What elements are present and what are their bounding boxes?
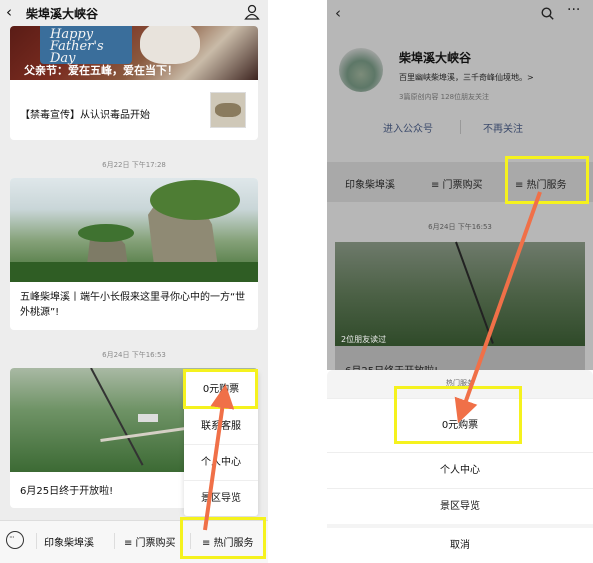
menu-tab-impression[interactable]: 印象柴埠溪 xyxy=(345,176,395,191)
user-profile-icon[interactable] xyxy=(244,4,260,20)
article-card-dragon-boat[interactable]: 五峰柴埠溪丨端午小长假来这里寻你心中的一方“世外桃源”! xyxy=(10,178,258,330)
tree-canopy xyxy=(78,224,134,242)
menu-tab-tickets[interactable]: ≡ 门票购买 xyxy=(431,176,483,191)
unfollow-button[interactable]: 不再关注 xyxy=(483,120,523,135)
forest-ground xyxy=(10,262,258,282)
article-cover-caption: 父亲节：爱在五峰，爱在当下！ xyxy=(24,64,178,77)
account-stats: 3篇原创内容 128位朋友关注 xyxy=(399,93,490,101)
highlight-box-hot-service xyxy=(505,156,589,204)
article-title: 五峰柴埠溪丨端午小长假来这里寻你心中的一方“世外桃源”! xyxy=(20,292,246,318)
menu-item-scenic-guide[interactable]: 景区导览 xyxy=(184,480,258,516)
highlight-box-hot-service xyxy=(180,517,266,559)
article-card-fathers-day[interactable]: Happy Father's Day 父亲节：爱在五峰，爱在当下！ 【禁毒宣传】… xyxy=(10,26,258,140)
account-description[interactable]: 百里幽峡柴埠溪，三千奇峰仙境地。> xyxy=(399,72,534,83)
enter-account-button[interactable]: 进入公众号 xyxy=(383,120,433,135)
chat-header: ‹ 柴埠溪大峡谷 xyxy=(0,0,268,26)
search-icon[interactable] xyxy=(541,7,554,20)
tree-canopy xyxy=(150,180,240,220)
friends-read-label: 2位朋友读过 xyxy=(341,335,387,344)
sheet-item-personal-center[interactable]: 个人中心 xyxy=(327,452,593,488)
cancel-button[interactable]: 取消 xyxy=(327,528,593,563)
heart-shape xyxy=(140,26,200,64)
article-card-opening[interactable]: 2位朋友读过 6月25日终于开放啦! xyxy=(335,241,585,377)
divider xyxy=(114,533,115,549)
cable-car-station xyxy=(138,414,158,422)
menu-tab-impression[interactable]: 印象柴埠溪 xyxy=(44,534,94,549)
keyboard-icon[interactable] xyxy=(6,531,24,549)
account-name: 柴埠溪大峡谷 xyxy=(399,51,472,65)
article-thumbnail xyxy=(210,92,246,128)
message-timestamp: 6月24日 下午16:53 xyxy=(102,351,166,359)
right-phone-screen: ‹ ··· 柴埠溪大峡谷 百里幽峡柴埠溪，三千奇峰仙境地。> 3篇原创内容 12… xyxy=(327,0,593,563)
more-options-icon[interactable]: ··· xyxy=(567,2,580,18)
divider xyxy=(36,533,37,549)
highlight-box-free-ticket xyxy=(394,386,522,444)
message-timestamp: 6月22日 下午17:28 xyxy=(102,161,166,169)
back-icon[interactable]: ‹ xyxy=(6,3,12,21)
back-icon[interactable]: ‹ xyxy=(335,4,341,22)
left-phone-screen: ‹ 柴埠溪大峡谷 Happy Father's Day 父亲节：爱在五峰，爱在当… xyxy=(0,0,268,563)
fathers-day-sign-text: Happy Father's Day xyxy=(50,27,104,66)
account-title: 柴埠溪大峡谷 xyxy=(26,7,99,21)
sheet-item-scenic-guide[interactable]: 景区导览 xyxy=(327,488,593,524)
account-avatar xyxy=(339,48,383,92)
article-title: 【禁毒宣传】从认识毒品开始 xyxy=(20,110,150,121)
menu-tab-tickets[interactable]: ≡ 门票购买 xyxy=(124,534,176,549)
menu-item-personal-center[interactable]: 个人中心 xyxy=(184,444,258,480)
divider xyxy=(460,120,461,134)
message-timestamp: 6月24日 下午16:53 xyxy=(428,223,492,231)
highlight-box-free-ticket xyxy=(183,369,258,409)
article-title: 6月25日终于开放啦! xyxy=(20,486,114,497)
menu-item-contact-service[interactable]: 联系客服 xyxy=(184,408,258,444)
